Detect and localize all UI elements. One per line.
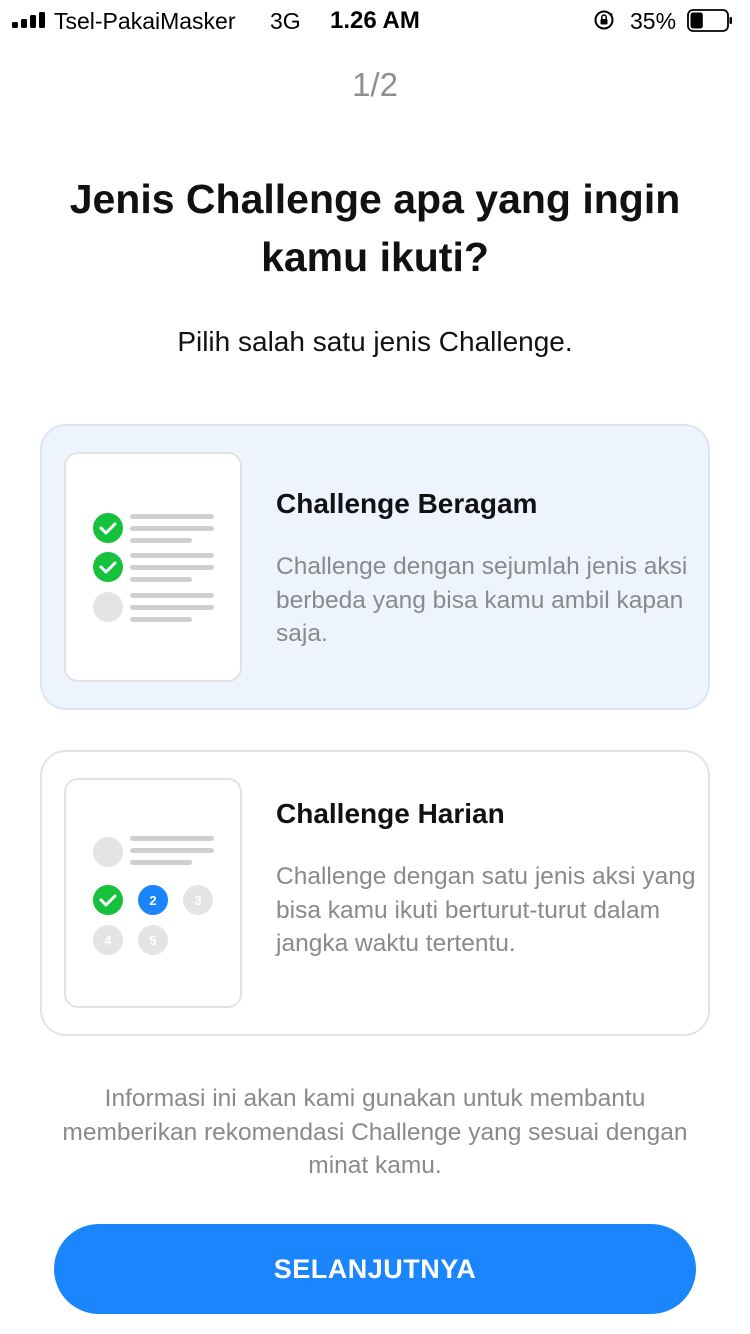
option-title: Challenge Beragam: [276, 488, 538, 519]
day-badge: 2: [149, 893, 156, 908]
calendar-streak-icon: 2 3 4 5: [93, 836, 214, 955]
network-type: 3G: [270, 8, 301, 34]
page-title: Jenis Challenge apa yang ingin kamu ikut…: [69, 176, 681, 280]
battery-icon: [687, 9, 732, 32]
info-text: Informasi ini akan kami gunakan untuk me…: [62, 1085, 688, 1179]
check-circle-icon: [93, 885, 123, 915]
daily-streak-illustration: 2 3 4 5: [64, 778, 242, 1008]
page-subtitle: Pilih salah satu jenis Challenge.: [177, 326, 573, 357]
clock: 1.26 AM: [330, 7, 420, 34]
check-circle-icon: [93, 552, 123, 582]
signal-icon: [12, 12, 46, 28]
option-card-challenge-harian[interactable]: 2 3 4 5 Challenge Harian Challenge denga…: [40, 750, 710, 1036]
option-card-challenge-beragam[interactable]: Challenge Beragam Challenge dengan sejum…: [40, 424, 710, 710]
day-badge: 4: [104, 933, 112, 948]
day-badge: 5: [149, 933, 156, 948]
day-badge: 3: [194, 893, 201, 908]
rotation-lock-icon: [594, 10, 614, 30]
check-circle-icon: [93, 513, 123, 543]
option-description: Challenge dengan satu jenis aksi yang bi…: [276, 863, 696, 957]
carrier-name: Tsel-PakaiMasker: [54, 8, 236, 34]
checklist-icon: [93, 513, 214, 622]
step-indicator: 1/2: [352, 66, 398, 103]
checklist-illustration: [64, 452, 242, 682]
battery-percent: 35%: [630, 8, 677, 34]
option-description: Challenge dengan sejumlah jenis aksi ber…: [276, 553, 688, 647]
next-button[interactable]: SELANJUTNYA: [54, 1224, 696, 1314]
option-title: Challenge Harian: [276, 798, 505, 829]
status-bar: Tsel-PakaiMasker 3G 1.26 AM 35%: [0, 0, 750, 42]
